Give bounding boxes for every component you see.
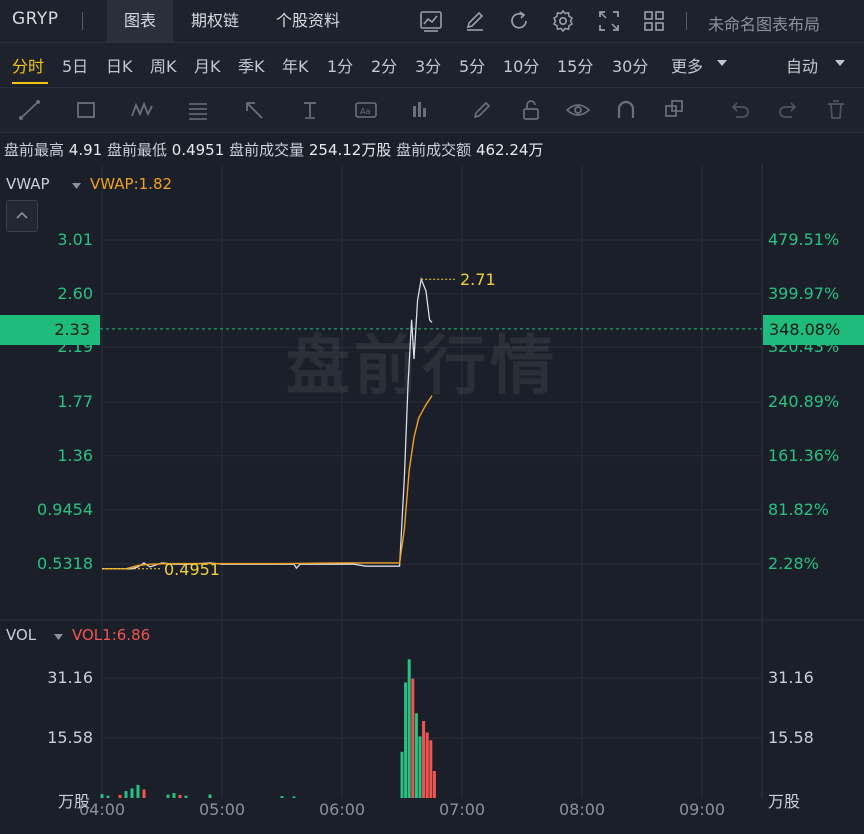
volume-axis-label: 15.58 <box>47 728 93 747</box>
volume-bar <box>178 794 182 798</box>
caret-down-icon[interactable] <box>54 633 63 641</box>
chart-canvas[interactable] <box>0 0 864 834</box>
chart-grid <box>0 164 864 798</box>
price-axis-label: 1.77 <box>57 392 93 412</box>
volume-bar <box>142 789 146 798</box>
volume-axis-label: 15.58 <box>768 728 814 747</box>
volume-bar <box>425 732 429 798</box>
current-pct-tag: 348.08% <box>763 315 864 345</box>
volume-unit-right: 万股 <box>768 792 801 811</box>
caret-down-icon[interactable] <box>72 182 81 190</box>
price-axis-label: 0.9454 <box>37 499 93 519</box>
time-axis-label: 04:00 <box>79 800 126 819</box>
pct-axis-label: 81.82% <box>768 499 830 519</box>
current-pct: 348.08% <box>769 320 841 339</box>
volume-bar <box>172 792 176 798</box>
volume-indicator-name[interactable]: VOL <box>6 626 36 644</box>
volume-axis-label: 31.16 <box>47 668 93 687</box>
pct-axis-label: 479.51% <box>768 230 840 249</box>
volume-bar <box>407 659 411 798</box>
pct-axis-label: 2.28% <box>768 554 819 573</box>
volume-bar <box>429 740 433 798</box>
current-price: 2.33 <box>54 320 90 339</box>
time-axis-label: 07:00 <box>439 800 486 819</box>
price-axis-label: 1.36 <box>57 445 93 465</box>
volume-bar <box>414 713 418 798</box>
volume-bar <box>136 784 140 798</box>
vwap-line <box>102 395 433 570</box>
volume-bar <box>166 794 170 798</box>
high-marker-label: 2.71 <box>460 270 496 289</box>
time-axis-label: 08:00 <box>559 800 606 819</box>
time-axis-label: 09:00 <box>679 800 726 819</box>
pct-axis-label: 399.97% <box>768 283 840 303</box>
volume-bar <box>208 794 212 798</box>
price-axis-label: 2.60 <box>57 283 93 303</box>
volume-bar <box>280 796 284 798</box>
volume-bar <box>400 751 404 798</box>
pct-axis-label: 240.89% <box>768 392 840 412</box>
volume-bars <box>100 659 436 798</box>
volume-bar <box>422 720 426 798</box>
time-axis-label: 05:00 <box>199 800 246 819</box>
collapse-button[interactable] <box>6 200 38 232</box>
volume-bar <box>411 678 415 798</box>
vwap-value: VWAP:1.82 <box>90 175 173 193</box>
price-axis-label: 3.01 <box>57 230 93 249</box>
volume-bar <box>130 788 134 798</box>
volume-bar <box>432 771 436 798</box>
main-indicator-name[interactable]: VWAP <box>6 175 50 193</box>
watermark: 盘前行情 <box>286 330 558 404</box>
volume-bar <box>118 794 122 798</box>
volume-bar <box>418 736 422 798</box>
low-marker-label: 0.4951 <box>164 560 220 579</box>
vol-value: VOL1:6.86 <box>72 626 151 644</box>
pct-axis-label: 161.36% <box>768 445 840 465</box>
volume-bar <box>100 794 104 798</box>
volume-bar <box>184 795 188 798</box>
volume-bar <box>124 791 128 798</box>
volume-bar <box>404 682 408 798</box>
volume-axis-label: 31.16 <box>768 668 814 687</box>
volume-bar <box>292 796 296 798</box>
volume-bar <box>106 795 110 798</box>
price-axis-label: 0.5318 <box>37 554 93 573</box>
current-price-tag: 2.33 <box>0 315 100 345</box>
time-axis-label: 06:00 <box>319 800 366 819</box>
chevron-up-icon <box>16 211 28 219</box>
